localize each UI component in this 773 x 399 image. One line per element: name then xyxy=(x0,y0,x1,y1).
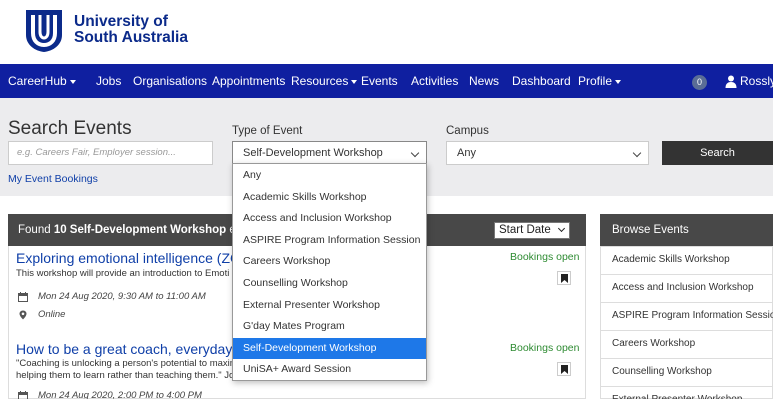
nav-organisations[interactable]: Organisations xyxy=(133,64,207,98)
bookmark-button[interactable] xyxy=(557,362,571,376)
event-booking-status: Bookings open xyxy=(510,342,580,354)
university-name[interactable]: University of South Australia xyxy=(74,14,188,46)
type-of-event-select[interactable]: Self-Development Workshop xyxy=(232,141,427,165)
nav-appointments[interactable]: Appointments xyxy=(212,64,285,98)
calendar-icon xyxy=(18,391,28,399)
bookmark-button[interactable] xyxy=(557,271,571,285)
sort-select[interactable]: Start Date xyxy=(494,222,570,239)
event-description-line2: helping them to learn rather than teachi… xyxy=(16,370,235,381)
caret-down-icon xyxy=(615,79,622,84)
university-name-line2: South Australia xyxy=(74,29,188,46)
browse-item-counselling[interactable]: Counselling Workshop xyxy=(600,358,773,386)
nav-resources[interactable]: Resources xyxy=(291,64,358,98)
results-found-prefix: Found xyxy=(18,224,54,236)
nav-profile[interactable]: Profile xyxy=(578,64,622,98)
nav-profile-label: Profile xyxy=(578,74,613,88)
dropdown-option-gday-mates[interactable]: G'day Mates Program xyxy=(233,316,426,338)
type-of-event-value: Self-Development Workshop xyxy=(243,147,383,159)
notification-badge[interactable]: 0 xyxy=(692,75,707,90)
dropdown-option-aspire[interactable]: ASPIRE Program Information Session xyxy=(233,230,426,252)
browse-item-aspire[interactable]: ASPIRE Program Information Session xyxy=(600,302,773,330)
event-booking-status: Bookings open xyxy=(510,251,580,263)
campus-select[interactable]: Any xyxy=(446,141,649,165)
sort-value: Start Date xyxy=(499,224,551,236)
browse-item-careers[interactable]: Careers Workshop xyxy=(600,330,773,358)
browse-item-access-inclusion[interactable]: Access and Inclusion Workshop xyxy=(600,274,773,302)
type-of-event-label: Type of Event xyxy=(232,125,303,137)
chevron-down-icon xyxy=(410,148,420,158)
search-button[interactable]: Search xyxy=(662,141,773,165)
dropdown-option-any[interactable]: Any xyxy=(233,165,426,187)
university-name-line1: University of xyxy=(74,13,168,30)
caret-down-icon xyxy=(351,79,358,84)
nav-jobs[interactable]: Jobs xyxy=(96,64,121,98)
chevron-down-icon xyxy=(632,148,642,158)
bookmark-icon xyxy=(561,274,568,283)
site-header: University of South Australia xyxy=(0,0,773,64)
event-description: This workshop will provide an introducti… xyxy=(16,268,230,279)
dropdown-option-self-development[interactable]: Self-Development Workshop xyxy=(233,337,426,360)
browse-events-header: Browse Events xyxy=(600,214,773,246)
nav-dashboard[interactable]: Dashboard xyxy=(512,64,571,98)
event-location: Online xyxy=(38,309,66,320)
chevron-down-icon xyxy=(557,224,566,233)
keyword-search-input[interactable]: e.g. Careers Fair, Employer session... xyxy=(8,141,213,165)
nav-events[interactable]: Events xyxy=(361,64,398,98)
browse-item-academic-skills[interactable]: Academic Skills Workshop xyxy=(600,246,773,274)
dropdown-option-unisa-award[interactable]: UniSA+ Award Session xyxy=(233,359,426,381)
event-title[interactable]: Exploring emotional intelligence (ZOO xyxy=(16,250,252,266)
dropdown-option-counselling[interactable]: Counselling Workshop xyxy=(233,273,426,295)
map-marker-icon xyxy=(19,310,27,320)
nav-news[interactable]: News xyxy=(469,64,499,98)
nav-careerhub[interactable]: CareerHub xyxy=(8,64,76,98)
bookmark-icon xyxy=(561,365,568,374)
calendar-icon xyxy=(18,292,28,302)
dropdown-option-academic-skills[interactable]: Academic Skills Workshop xyxy=(233,187,426,209)
results-found-count: 10 Self-Development Workshop xyxy=(53,224,227,236)
browse-item-external-presenter[interactable]: External Presenter Workshop xyxy=(600,386,773,399)
nav-user-name[interactable]: Rosslyn xyxy=(740,64,773,98)
dropdown-option-external-presenter[interactable]: External Presenter Workshop xyxy=(233,295,426,317)
nav-activities[interactable]: Activities xyxy=(411,64,458,98)
event-date: Mon 24 Aug 2020, 9:30 AM to 11:00 AM xyxy=(38,291,206,302)
event-description-line1: "Coaching is unlocking a person's potent… xyxy=(16,358,238,369)
unisa-shield-logo-icon[interactable] xyxy=(25,9,63,53)
dropdown-option-access-inclusion[interactable]: Access and Inclusion Workshop xyxy=(233,208,426,230)
campus-label: Campus xyxy=(446,125,489,137)
dropdown-option-careers[interactable]: Careers Workshop xyxy=(233,251,426,273)
user-icon[interactable] xyxy=(725,75,737,88)
main-navbar: CareerHub Jobs Organisations Appointment… xyxy=(0,64,773,98)
campus-value: Any xyxy=(457,147,476,159)
event-date: Mon 24 Aug 2020, 2:00 PM to 4:00 PM xyxy=(38,390,202,399)
type-of-event-dropdown-list: Any Academic Skills Workshop Access and … xyxy=(232,163,427,381)
nav-careerhub-label: CareerHub xyxy=(8,74,67,88)
page-title: Search Events xyxy=(8,118,132,139)
my-event-bookings-link[interactable]: My Event Bookings xyxy=(8,173,98,185)
caret-down-icon xyxy=(69,79,76,84)
event-title[interactable]: How to be a great coach, everyday (ZO xyxy=(16,341,260,357)
nav-resources-label: Resources xyxy=(291,74,349,88)
